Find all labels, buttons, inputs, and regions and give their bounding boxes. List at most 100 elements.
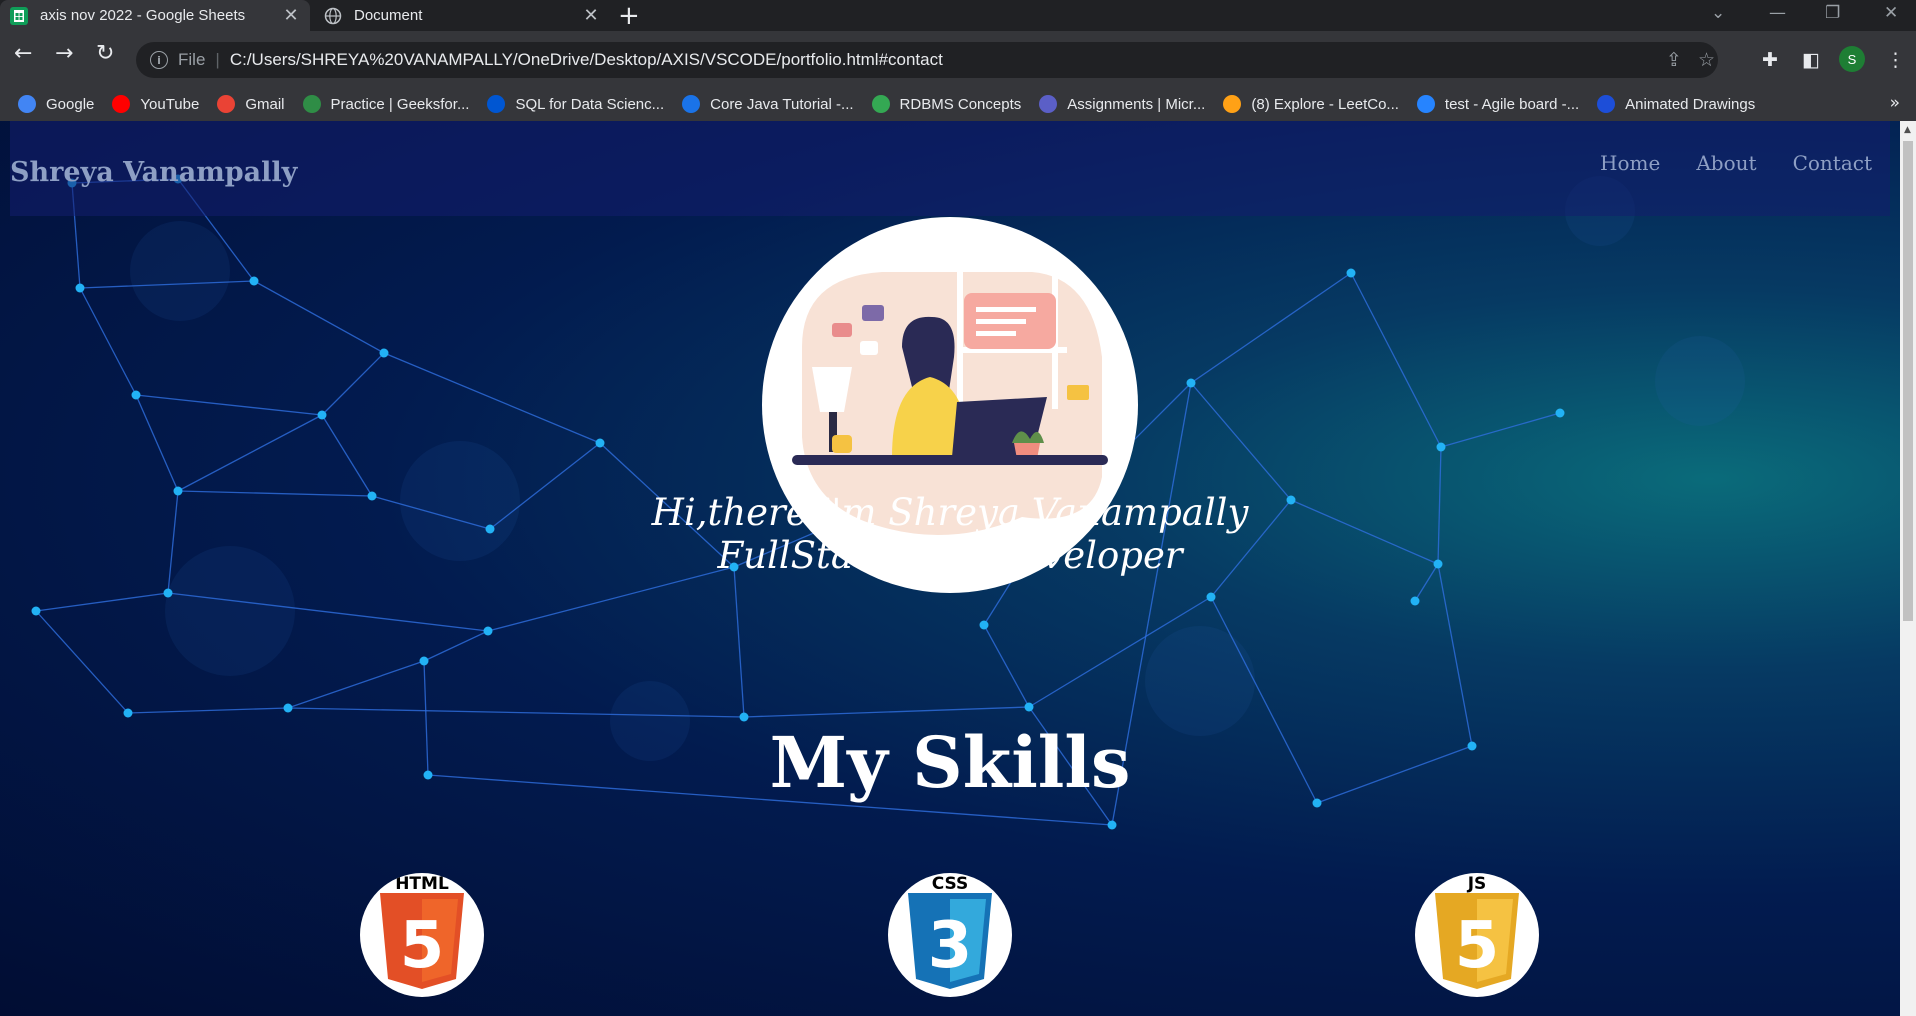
network-line: [1437, 563, 1473, 747]
bookmark-label: Google: [46, 95, 95, 113]
network-node: [595, 438, 605, 448]
network-line: [733, 566, 745, 718]
nav-about-link[interactable]: About: [1696, 151, 1756, 175]
bookmark-item[interactable]: test - Agile board -...: [1416, 95, 1579, 113]
nav-contact-link[interactable]: Contact: [1793, 151, 1872, 175]
bookmark-item[interactable]: Core Java Tutorial -...: [682, 95, 854, 113]
network-line: [423, 630, 489, 662]
bookmark-item[interactable]: Animated Drawings: [1597, 95, 1755, 113]
network-line: [35, 610, 129, 714]
page-viewport: Shreya Vanampally Home About Contact Hi,…: [0, 121, 1900, 1016]
skill-number-html: 5: [400, 909, 445, 983]
network-line: [35, 592, 169, 612]
bookmark-item[interactable]: YouTube: [112, 95, 199, 113]
nav-home-link[interactable]: Home: [1600, 151, 1660, 175]
tab-google-sheets[interactable]: axis nov 2022 - Google Sheets ✕: [0, 0, 310, 31]
network-line: [79, 287, 137, 396]
network-node: [123, 708, 133, 718]
page-scrollbar[interactable]: ▲: [1900, 121, 1916, 1016]
network-node: [1107, 820, 1117, 830]
browser-toolbar: ← → ↻ i File | C:/Users/SHREYA%20VANAMPA…: [0, 31, 1916, 121]
tab-title: axis nov 2022 - Google Sheets: [40, 7, 246, 24]
coursera-icon: [487, 95, 506, 113]
bookmark-label: Core Java Tutorial -...: [710, 95, 854, 113]
bookmark-item[interactable]: SQL for Data Scienc...: [487, 95, 664, 113]
site-navbar: Shreya Vanampally Home About Contact: [10, 121, 1890, 216]
address-bar[interactable]: i File | C:/Users/SHREYA%20VANAMPALLY/On…: [136, 42, 1718, 78]
bookmark-item[interactable]: Practice | Geeksfor...: [302, 95, 470, 113]
bookmark-label: Practice | Geeksfor...: [330, 95, 470, 113]
bookmark-star-icon[interactable]: ☆: [1698, 49, 1715, 71]
profile-avatar[interactable]: S: [1839, 46, 1865, 72]
leetcode-icon: [1223, 95, 1242, 113]
skill-badge-css: CSS: [932, 874, 969, 894]
css3-icon: CSS 3: [888, 873, 1012, 997]
share-icon[interactable]: ⇪: [1666, 49, 1682, 71]
network-node: [283, 703, 293, 713]
close-icon[interactable]: ✕: [582, 5, 600, 26]
javascript-icon: JS 5: [1415, 873, 1539, 997]
gmail-icon: [217, 95, 236, 113]
bookmark-label: Animated Drawings: [1625, 95, 1756, 113]
bookmark-label: Assignments | Micr...: [1067, 95, 1206, 113]
google-sheets-icon: [10, 6, 28, 25]
bookmarks-bar: Google YouTube Gmail Practice | Geeksfor...…: [0, 87, 1916, 121]
site-brand[interactable]: Shreya Vanampally: [10, 157, 297, 188]
network-node: [483, 626, 493, 636]
close-window-icon[interactable]: ✕: [1884, 3, 1898, 23]
core-java-icon: [682, 95, 701, 113]
new-tab-icon[interactable]: +: [618, 1, 640, 31]
bookmark-label: SQL for Data Scienc...: [515, 95, 665, 113]
bokeh-circle: [130, 221, 230, 321]
intro-line-1: Hi,there i'm Shreya Vanampally: [651, 491, 1249, 534]
bookmark-item[interactable]: (8) Explore - LeetCo...: [1223, 95, 1399, 113]
network-node: [317, 410, 327, 420]
network-line: [177, 414, 323, 492]
network-node: [1436, 442, 1446, 452]
info-icon[interactable]: i: [150, 51, 168, 69]
scheme-label: File: [178, 50, 206, 69]
restore-icon[interactable]: ❐: [1825, 3, 1840, 23]
minimize-icon[interactable]: —: [1769, 3, 1786, 23]
close-icon[interactable]: ✕: [282, 5, 300, 26]
network-node: [163, 588, 173, 598]
network-line: [135, 394, 179, 492]
network-line: [127, 707, 289, 714]
side-panel-icon[interactable]: ◧: [1802, 49, 1820, 71]
bokeh-circle: [1655, 336, 1745, 426]
bokeh-circle: [1145, 626, 1255, 736]
html5-icon: HTML 5: [360, 873, 484, 997]
network-line: [1350, 272, 1442, 448]
forward-arrow-icon[interactable]: →: [55, 41, 73, 66]
skills-title: My Skills: [769, 721, 1131, 804]
tab-search-chevron-icon[interactable]: ⌄: [1711, 3, 1725, 23]
tab-strip: axis nov 2022 - Google Sheets ✕ Document…: [0, 0, 1916, 31]
bookmark-item[interactable]: Gmail: [217, 95, 285, 113]
bookmark-item[interactable]: RDBMS Concepts: [871, 95, 1022, 113]
scroll-up-arrow-icon[interactable]: ▲: [1904, 125, 1911, 135]
menu-icon[interactable]: ⋮: [1886, 49, 1905, 71]
back-arrow-icon[interactable]: ←: [14, 41, 32, 66]
network-node: [1346, 268, 1356, 278]
network-line: [983, 624, 1030, 708]
bookmark-label: RDBMS Concepts: [899, 95, 1022, 113]
extensions-icon[interactable]: ✚: [1762, 49, 1778, 71]
network-node: [1410, 596, 1420, 606]
network-node: [249, 276, 259, 286]
tab-document[interactable]: Document ✕: [314, 0, 610, 31]
network-line: [253, 280, 385, 354]
network-line: [1440, 412, 1561, 448]
google-icon: [18, 95, 36, 113]
more-bookmarks-icon[interactable]: »: [1890, 93, 1900, 113]
reload-icon[interactable]: ↻: [96, 41, 114, 66]
bookmark-item[interactable]: Google: [18, 95, 94, 113]
bookmark-label: YouTube: [140, 95, 200, 113]
teams-icon: [1039, 95, 1058, 113]
scrollbar-thumb[interactable]: [1903, 141, 1913, 621]
divider: |: [215, 50, 220, 69]
bookmark-item[interactable]: Assignments | Micr...: [1039, 95, 1205, 113]
jira-icon: [1416, 95, 1435, 113]
network-line: [321, 352, 385, 416]
network-node: [379, 348, 389, 358]
url-text[interactable]: C:/Users/SHREYA%20VANAMPALLY/OneDrive/De…: [230, 50, 943, 70]
